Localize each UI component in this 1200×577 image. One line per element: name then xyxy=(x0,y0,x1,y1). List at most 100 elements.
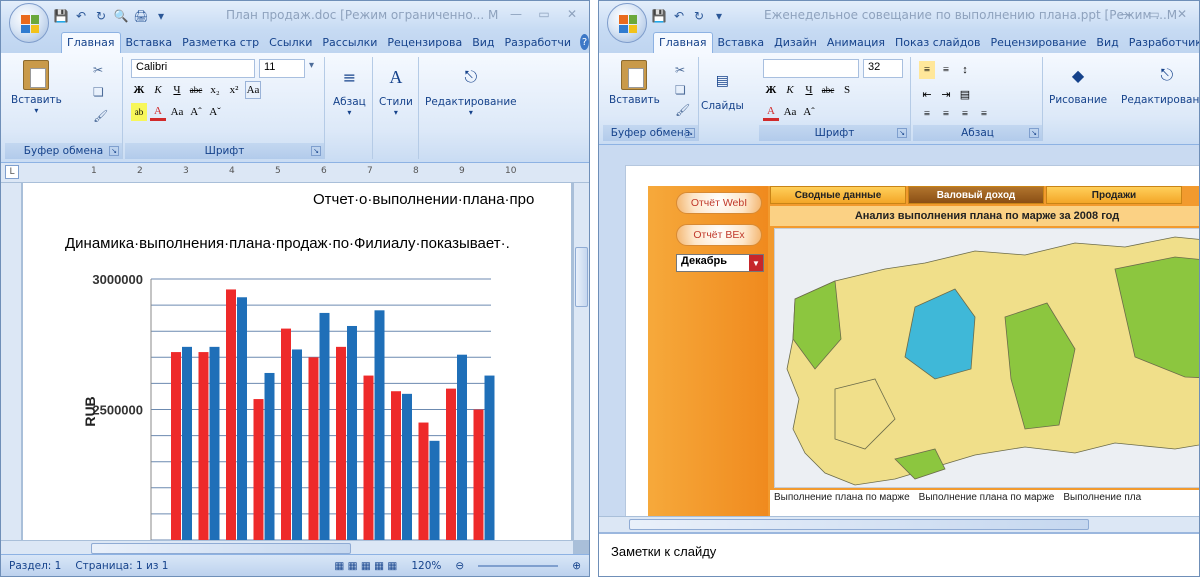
chevron-down-icon[interactable]: ▼ xyxy=(749,255,763,271)
italic-icon[interactable]: К xyxy=(782,81,798,99)
tab-home[interactable]: Главная xyxy=(61,32,121,53)
save-icon[interactable]: 💾 xyxy=(53,8,69,24)
dialog-launcher-icon[interactable]: ↘ xyxy=(897,128,907,138)
office-button[interactable] xyxy=(9,3,49,43)
tab-developer[interactable]: Разработчи xyxy=(500,33,577,53)
align-center-icon[interactable]: ≡ xyxy=(938,105,954,123)
change-case-icon[interactable]: Aa xyxy=(169,103,185,121)
dialog-launcher-icon[interactable]: ↘ xyxy=(311,146,321,156)
font-size-input[interactable]: 32 xyxy=(863,59,903,78)
cut-icon[interactable]: ✂ xyxy=(675,63,685,77)
current-slide[interactable]: Отчёт WebI Отчёт BEx Декабрь ▼ Сводные д… xyxy=(625,165,1199,519)
tab-slideshow[interactable]: Показ слайдов xyxy=(890,33,986,53)
tab-animation[interactable]: Анимация xyxy=(822,33,890,53)
dialog-launcher-icon[interactable]: ↘ xyxy=(1029,128,1039,138)
russia-map[interactable] xyxy=(774,228,1199,488)
numbering-icon[interactable]: ≡ xyxy=(938,61,954,79)
zoom-level[interactable]: 120% xyxy=(411,560,441,572)
zoom-in-icon[interactable]: ⊕ xyxy=(572,560,581,572)
zoom-out-icon[interactable]: ⊖ xyxy=(455,560,464,572)
page-indicator[interactable]: Страница: 1 из 1 xyxy=(75,560,168,572)
view-buttons[interactable]: ▦ ▦ ▦ ▦ ▦ xyxy=(334,560,397,572)
bex-report-button[interactable]: Отчёт BEx xyxy=(676,224,762,246)
font-name-input[interactable] xyxy=(763,59,859,78)
tab-insert[interactable]: Вставка xyxy=(121,33,178,53)
tab-design[interactable]: Дизайн xyxy=(769,33,822,53)
redo-icon[interactable]: ↻ xyxy=(691,8,707,24)
tab-sales[interactable]: Продажи xyxy=(1046,186,1182,204)
customize-qat-icon[interactable]: ▾ xyxy=(153,8,169,24)
format-painter-icon[interactable]: 🖌 xyxy=(93,109,108,123)
paste-button[interactable]: Вставить ▾ xyxy=(11,59,62,115)
scroll-thumb[interactable] xyxy=(575,247,588,307)
help-icon[interactable]: ? xyxy=(580,34,589,50)
tab-gross-income[interactable]: Валовый доход xyxy=(908,186,1044,204)
increase-indent-icon[interactable]: ⇥ xyxy=(938,85,954,103)
print-icon[interactable]: 🖨 xyxy=(133,8,149,24)
undo-icon[interactable]: ↶ xyxy=(73,8,89,24)
chevron-down-icon[interactable]: ▾ xyxy=(309,60,314,71)
zoom-slider[interactable] xyxy=(478,564,559,567)
tab-review[interactable]: Рецензирование xyxy=(986,33,1092,53)
columns-icon[interactable]: ▤ xyxy=(957,85,973,103)
tab-summary[interactable]: Сводные данные xyxy=(770,186,906,204)
decrease-indent-icon[interactable]: ⇤ xyxy=(919,85,935,103)
close-icon[interactable]: ✕ xyxy=(1169,5,1195,23)
scroll-thumb[interactable] xyxy=(91,543,351,554)
styles-button[interactable]: A Стили ▾ xyxy=(379,61,413,118)
print-preview-icon[interactable]: 🔍 xyxy=(113,8,129,24)
tab-view[interactable]: Вид xyxy=(1091,33,1123,53)
font-size-input[interactable]: 11 xyxy=(259,59,305,78)
tab-view[interactable]: Вид xyxy=(467,33,499,53)
tab-mailings[interactable]: Рассылки xyxy=(317,33,382,53)
bold-icon[interactable]: Ж xyxy=(131,81,147,99)
vertical-scrollbar[interactable] xyxy=(573,183,589,540)
italic-icon[interactable]: К xyxy=(150,81,166,99)
undo-icon[interactable]: ↶ xyxy=(671,8,687,24)
bold-icon[interactable]: Ж xyxy=(763,81,779,99)
line-spacing-icon[interactable]: ↕ xyxy=(957,61,973,79)
paste-button[interactable]: Вставить xyxy=(609,59,660,106)
dialog-launcher-icon[interactable]: ↘ xyxy=(109,146,119,156)
close-icon[interactable]: ✕ xyxy=(559,5,585,23)
customize-qat-icon[interactable]: ▾ xyxy=(711,8,727,24)
grow-font-icon[interactable]: Aˆ xyxy=(801,103,817,121)
font-color-icon[interactable]: A xyxy=(150,103,166,121)
webi-report-button[interactable]: Отчёт WebI xyxy=(676,192,762,214)
underline-icon[interactable]: Ч xyxy=(801,81,817,99)
tab-review[interactable]: Рецензирова xyxy=(382,33,467,53)
editing-button[interactable]: ⎋ Редактирование xyxy=(1121,59,1199,106)
tab-home[interactable]: Главная xyxy=(653,32,713,53)
minimize-icon[interactable]: — xyxy=(503,5,529,23)
save-icon[interactable]: 💾 xyxy=(651,8,667,24)
font-name-input[interactable]: Calibri xyxy=(131,59,255,78)
grow-font-icon[interactable]: Aˆ xyxy=(188,103,204,121)
highlight-icon[interactable]: ab xyxy=(131,103,147,121)
shrink-font-icon[interactable]: Aˇ xyxy=(207,103,223,121)
strikethrough-icon[interactable]: abc xyxy=(820,81,836,99)
maximize-icon[interactable]: ▭ xyxy=(531,5,557,23)
scroll-thumb[interactable] xyxy=(629,519,1089,530)
redo-icon[interactable]: ↻ xyxy=(93,8,109,24)
align-left-icon[interactable]: ≡ xyxy=(919,105,935,123)
superscript-icon[interactable]: x² xyxy=(226,81,242,99)
minimize-icon[interactable]: — xyxy=(1113,5,1139,23)
bullets-icon[interactable]: ≡ xyxy=(919,61,935,79)
horizontal-ruler[interactable]: L 1 2 3 4 5 6 7 8 9 10 xyxy=(1,163,589,183)
strikethrough-icon[interactable]: abc xyxy=(188,81,204,99)
office-button[interactable] xyxy=(607,3,647,43)
document-page[interactable]: Отчет·о·выполнении·плана·про Динамика·вы… xyxy=(23,183,571,540)
dialog-launcher-icon[interactable]: ↘ xyxy=(685,128,695,138)
tab-developer[interactable]: Разработчик xyxy=(1124,33,1199,53)
tab-selector[interactable]: L xyxy=(5,165,19,179)
subscript-icon[interactable]: x₂ xyxy=(207,81,223,99)
tab-insert[interactable]: Вставка xyxy=(713,33,770,53)
cut-icon[interactable]: ✂ xyxy=(93,63,103,77)
align-right-icon[interactable]: ≡ xyxy=(957,105,973,123)
underline-icon[interactable]: Ч xyxy=(169,81,185,99)
slides-button[interactable]: ▤ Слайды xyxy=(701,65,744,112)
shadow-icon[interactable]: S xyxy=(839,81,855,99)
justify-icon[interactable]: ≡ xyxy=(976,105,992,123)
month-select[interactable]: Декабрь ▼ xyxy=(676,254,764,272)
horizontal-scrollbar[interactable] xyxy=(599,516,1199,532)
